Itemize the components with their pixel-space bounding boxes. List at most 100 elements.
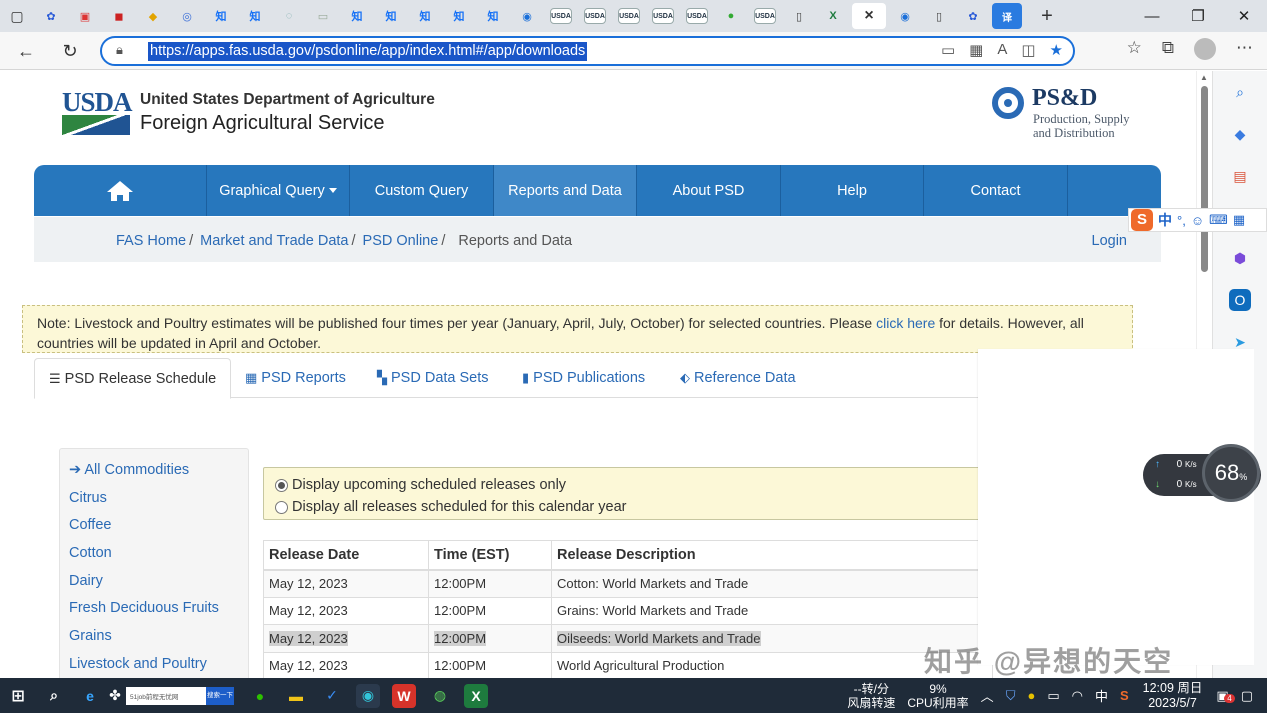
nav-contact[interactable]: Contact — [924, 165, 1068, 216]
url-text[interactable]: https://apps.fas.usda.gov/psdonline/app/… — [148, 42, 588, 61]
usda-tab-icon[interactable]: USDA — [618, 8, 640, 24]
zhihu-tab-icon[interactable]: 知 — [444, 3, 474, 29]
green-circle-tab-icon[interactable]: ● — [716, 3, 746, 29]
baidu-tab-icon[interactable]: ✿ — [36, 3, 66, 29]
lock-icon[interactable]: 🔒︎ — [116, 42, 123, 58]
ime-punctuation[interactable]: °, — [1177, 213, 1186, 228]
edge-taskbar-icon[interactable]: ◉ — [356, 683, 380, 708]
breadcrumb-market-trade[interactable]: Market and Trade Data — [200, 233, 348, 249]
search-icon[interactable]: ⌕ — [42, 684, 66, 708]
emoji-icon[interactable]: ☺ — [1191, 213, 1204, 228]
close-tab-icon[interactable]: × — [852, 3, 886, 29]
keyboard-icon[interactable]: ⌨ — [1209, 212, 1228, 228]
input-language[interactable]: 中 — [1095, 686, 1108, 705]
clover-icon[interactable]: ✤ — [109, 684, 121, 708]
commodity-livestock-poultry[interactable]: Livestock and Poultry — [69, 656, 219, 678]
tray-green-icon[interactable]: ● — [1027, 688, 1035, 703]
split-screen-icon[interactable]: ◫ — [1021, 41, 1035, 59]
zhihu-tab-icon[interactable]: 知 — [342, 3, 372, 29]
wechat-icon[interactable]: ● — [248, 684, 272, 708]
commodity-dairy[interactable]: Dairy — [69, 573, 219, 601]
edge-tab-icon[interactable]: ◉ — [890, 3, 920, 29]
more-menu-icon[interactable]: ⋯ — [1236, 38, 1253, 60]
yellow-tab-icon[interactable]: ◆ — [138, 3, 168, 29]
window-close-button[interactable]: ✕ — [1221, 0, 1267, 32]
notification-icon[interactable]: ▣ 4 — [1216, 688, 1235, 704]
breadcrumb-fas-home[interactable]: FAS Home — [116, 233, 186, 249]
feishu-icon[interactable]: ✓ — [320, 684, 344, 708]
tab-psd-reports[interactable]: ▦ PSD Reports — [231, 358, 360, 399]
search-icon[interactable]: ⌕ — [1229, 81, 1251, 103]
commodity-citrus[interactable]: Citrus — [69, 490, 219, 518]
usda-tab-icon[interactable]: USDA — [550, 8, 572, 24]
commodity-fresh-deciduous-fruits[interactable]: Fresh Deciduous Fruits — [69, 600, 219, 628]
toolbox-icon[interactable]: ▤ — [1229, 165, 1251, 187]
login-link[interactable]: Login — [1092, 233, 1127, 249]
zhihu-tab-icon[interactable]: 知 — [376, 3, 406, 29]
wifi-icon[interactable]: ◠ — [1072, 688, 1083, 704]
tab-psd-publications[interactable]: ▮ PSD Publications — [508, 358, 659, 399]
commodity-cotton[interactable]: Cotton — [69, 545, 219, 573]
nav-help[interactable]: Help — [781, 165, 924, 216]
globe-tab-icon[interactable]: ◌ — [274, 3, 304, 29]
outlook-icon[interactable]: O — [1229, 289, 1251, 311]
zhihu-tab-icon[interactable]: 知 — [410, 3, 440, 29]
profile-avatar[interactable] — [1194, 38, 1216, 60]
refresh-icon[interactable]: ↻ — [56, 38, 84, 64]
scrollbar-thumb[interactable] — [1201, 86, 1208, 272]
taskbar-search-button[interactable]: 搜索一下 — [206, 686, 234, 705]
excel-taskbar-icon[interactable]: X — [464, 683, 488, 708]
ie-icon[interactable]: e — [78, 684, 102, 708]
header-description[interactable]: Release Description — [551, 540, 993, 571]
commodity-grains[interactable]: Grains — [69, 628, 219, 656]
excel-tab-icon[interactable]: X — [818, 3, 848, 29]
doc-tab-icon[interactable]: ▭ — [308, 3, 338, 29]
tab-actions-icon[interactable]: ▢ — [2, 3, 32, 29]
sogou-logo-icon[interactable]: S — [1131, 209, 1153, 231]
sogou-tray-icon[interactable]: S — [1120, 688, 1129, 703]
back-arrow-icon[interactable]: ← — [12, 38, 40, 64]
grid-menu-icon[interactable]: ▦ — [1233, 212, 1245, 228]
read-aloud-icon[interactable]: A — [997, 41, 1007, 59]
shield-icon[interactable]: ⛉ — [1006, 688, 1016, 704]
zhihu-tab-icon[interactable]: 知 — [240, 3, 270, 29]
upcoming-releases-option[interactable]: Display upcoming scheduled releases only — [275, 477, 566, 493]
header-time[interactable]: Time (EST) — [428, 540, 552, 571]
tab-reference-data[interactable]: ⬖ Reference Data — [666, 358, 810, 399]
page-tab-icon[interactable]: ▯ — [784, 3, 814, 29]
tab-psd-data-sets[interactable]: ▚ PSD Data Sets — [363, 358, 503, 399]
taskbar-search-box[interactable]: 51job前程无忧网 搜索一下 — [126, 686, 234, 705]
address-bar[interactable]: 🔒︎ https://apps.fas.usda.gov/psdonline/a… — [100, 36, 1075, 66]
wps-icon[interactable]: W — [392, 683, 416, 708]
usda-tab-icon[interactable]: USDA — [584, 8, 606, 24]
header-release-date[interactable]: Release Date — [263, 540, 429, 571]
scroll-up-arrow-icon[interactable]: ▲ — [1200, 73, 1208, 82]
minimize-button[interactable]: — — [1129, 0, 1175, 32]
memory-usage-gauge[interactable]: 68% — [1202, 444, 1260, 502]
nav-about-psd[interactable]: About PSD — [637, 165, 781, 216]
pdf-tab-icon[interactable]: ▣ — [70, 3, 100, 29]
new-tab-button[interactable]: + — [1032, 3, 1062, 29]
green-app-icon[interactable]: ◍ — [428, 684, 452, 708]
file-explorer-icon[interactable]: ▬ — [284, 684, 308, 708]
show-hidden-icons-chevron-icon[interactable]: ︿ — [981, 686, 994, 705]
nav-custom-query[interactable]: Custom Query — [350, 165, 494, 216]
device-icon[interactable]: ▭ — [941, 41, 955, 59]
usda-logo[interactable]: USDA — [62, 89, 133, 137]
commodity-coffee[interactable]: Coffee — [69, 517, 219, 545]
breadcrumb-psd-online[interactable]: PSD Online — [363, 233, 439, 249]
favorites-icon[interactable]: ☆ — [1127, 38, 1142, 60]
apps-icon[interactable]: ▦ — [969, 41, 983, 59]
pdf-red-tab-icon[interactable]: ◼ — [104, 3, 134, 29]
translate-tab-icon[interactable]: 译 — [992, 3, 1022, 29]
usda-tab-icon[interactable]: USDA — [686, 8, 708, 24]
usda-tab-icon[interactable]: USDA — [754, 8, 776, 24]
windows-start-icon[interactable]: ⊞ — [6, 684, 30, 708]
restore-button[interactable]: ❐ — [1175, 0, 1221, 32]
favorite-star-icon[interactable]: ★ — [1050, 41, 1063, 59]
nav-graphical-query[interactable]: Graphical Query — [207, 165, 350, 216]
nav-reports-and-data[interactable]: Reports and Data — [494, 165, 637, 216]
system-clock[interactable]: 12:09 周日 2023/5/7 — [1143, 681, 1203, 711]
search-tab-icon[interactable]: ◎ — [172, 3, 202, 29]
upcoming-radio[interactable] — [275, 478, 288, 492]
